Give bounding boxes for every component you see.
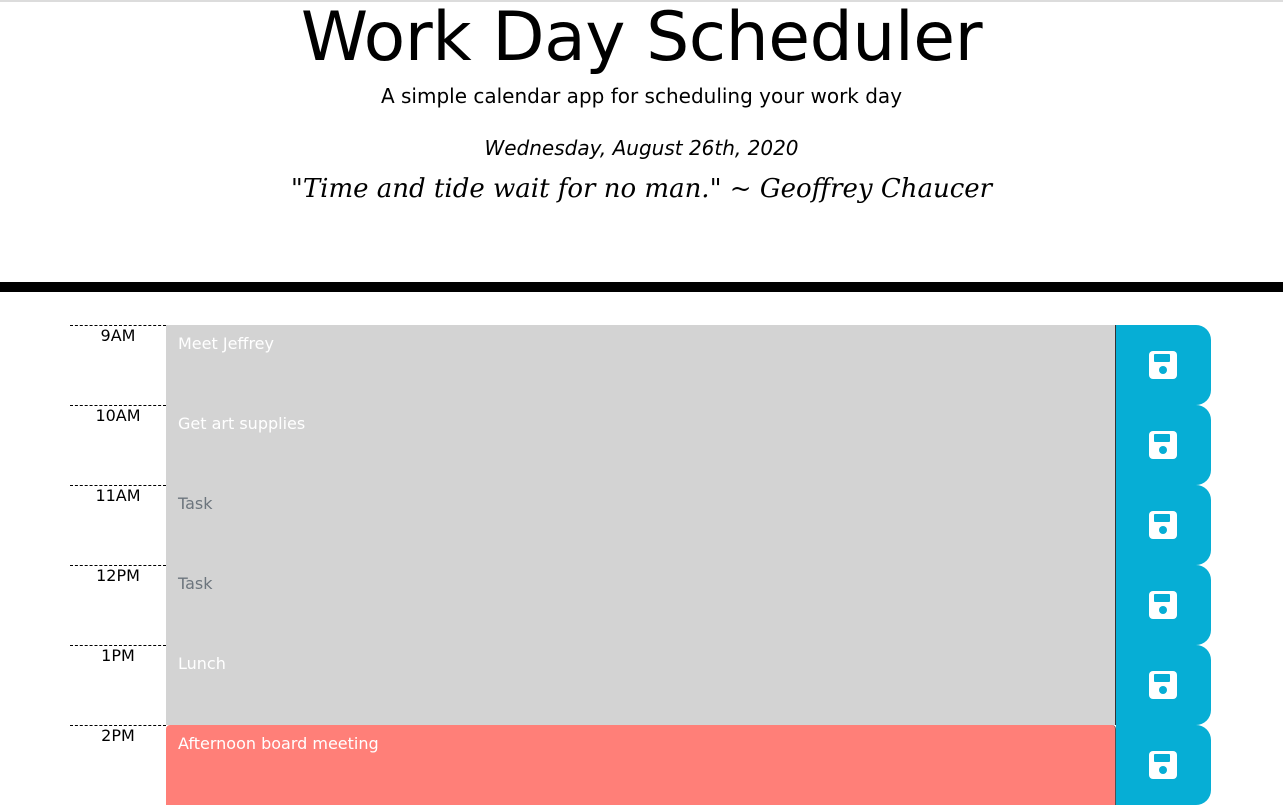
quote: "Time and tide wait for no man." ~ Geoff…: [290, 174, 993, 204]
time-block-12pm: 12PM Task: [70, 565, 1211, 645]
page-title: Work Day Scheduler: [300, 0, 983, 77]
save-button[interactable]: [1116, 725, 1211, 805]
save-icon: [1149, 511, 1177, 539]
save-icon: [1149, 591, 1177, 619]
save-icon: [1149, 671, 1177, 699]
time-block-10am: 10AM Get art supplies: [70, 405, 1211, 485]
time-block-11am: 11AM Task: [70, 485, 1211, 565]
header: Work Day Scheduler A simple calendar app…: [0, 0, 1283, 282]
save-button[interactable]: [1116, 645, 1211, 725]
description-textarea[interactable]: Task: [166, 485, 1116, 565]
time-block-2pm: 2PM Afternoon board meeting: [70, 725, 1211, 805]
hour-label: 12PM: [70, 565, 166, 645]
time-block-9am: 9AM Meet Jeffrey: [70, 325, 1211, 405]
description-textarea[interactable]: Lunch: [166, 645, 1116, 725]
description-textarea[interactable]: Afternoon board meeting: [166, 725, 1116, 805]
description-textarea[interactable]: Get art supplies: [166, 405, 1116, 485]
hour-label: 9AM: [70, 325, 166, 405]
save-button[interactable]: [1116, 565, 1211, 645]
save-button[interactable]: [1116, 405, 1211, 485]
description-textarea[interactable]: Meet Jeffrey: [166, 325, 1116, 405]
hour-label: 2PM: [70, 725, 166, 805]
time-block-1pm: 1PM Lunch: [70, 645, 1211, 725]
hour-label: 1PM: [70, 645, 166, 725]
hour-label: 10AM: [70, 405, 166, 485]
current-day: Wednesday, August 26th, 2020: [484, 136, 799, 160]
save-button[interactable]: [1116, 485, 1211, 565]
hour-label: 11AM: [70, 485, 166, 565]
save-icon: [1149, 751, 1177, 779]
save-icon: [1149, 351, 1177, 379]
save-icon: [1149, 431, 1177, 459]
save-button[interactable]: [1116, 325, 1211, 405]
description-textarea[interactable]: Task: [166, 565, 1116, 645]
header-divider: [0, 282, 1283, 292]
page-subtitle: A simple calendar app for scheduling you…: [380, 84, 903, 108]
